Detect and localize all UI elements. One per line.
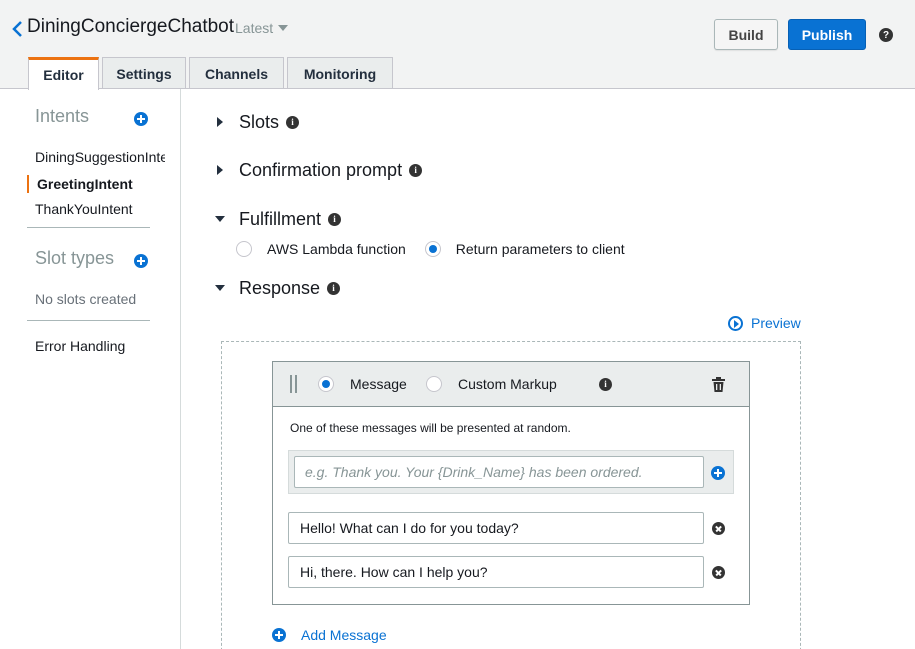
radio-label: Return parameters to client [455, 241, 625, 257]
tab-bar: Editor Settings Channels Monitoring [28, 57, 396, 90]
trash-icon[interactable] [712, 377, 725, 392]
app-header: DiningConciergeChatbot Latest Build Publ… [0, 0, 915, 90]
message-field[interactable]: Hello! What can I do for you today? [288, 512, 704, 544]
sidebar-item-dining-suggestion-intent[interactable]: DiningSuggestionIntent [35, 149, 165, 165]
preview-label: Preview [751, 315, 801, 331]
divider [27, 320, 150, 321]
build-button[interactable]: Build [714, 19, 778, 50]
slots-section-toggle[interactable]: Slots i [214, 110, 300, 134]
info-icon[interactable]: i [327, 281, 341, 295]
return-params-radio[interactable] [424, 241, 441, 257]
info-icon[interactable]: i [409, 163, 423, 177]
message-group-card: Message Custom Markup i One of these mes… [272, 361, 750, 605]
info-icon[interactable]: i [286, 115, 300, 129]
active-indicator [27, 175, 29, 193]
message-group-header: Message Custom Markup i [273, 362, 749, 407]
drag-handle-icon[interactable] [290, 375, 297, 393]
section-title: Response [239, 277, 321, 298]
sidebar: Intents DiningSuggestionIntent GreetingI… [0, 89, 181, 649]
add-icon [272, 628, 286, 642]
sidebar-item-error-handling[interactable]: Error Handling [35, 338, 165, 354]
confirmation-section-toggle[interactable]: Confirmation prompt i [214, 158, 423, 182]
publish-button[interactable]: Publish [788, 19, 866, 50]
tab-editor[interactable]: Editor [28, 57, 99, 90]
collapse-down-icon [215, 285, 225, 291]
message-type-label: Message [350, 376, 407, 392]
bot-title: DiningConciergeChatbot [27, 16, 235, 37]
remove-message-icon[interactable] [712, 566, 725, 579]
fulfillment-options: AWS Lambda function Return parameters to… [236, 241, 625, 257]
tab-monitoring[interactable]: Monitoring [287, 57, 393, 89]
no-slots-text: No slots created [35, 291, 137, 307]
add-message-label: Add Message [301, 627, 387, 643]
section-title: Confirmation prompt [239, 159, 403, 180]
section-title: Slots [239, 111, 280, 132]
help-icon[interactable]: ? [879, 28, 893, 42]
remove-message-icon[interactable] [712, 522, 725, 535]
add-message-button[interactable]: Add Message [272, 627, 387, 643]
section-title: Fulfillment [239, 208, 322, 229]
version-dropdown[interactable]: Latest [235, 20, 289, 36]
add-variation-icon[interactable] [711, 466, 725, 480]
sidebar-item-thank-you-intent[interactable]: ThankYouIntent [35, 201, 165, 217]
collapse-down-icon [215, 216, 225, 222]
preview-link[interactable]: Preview [728, 315, 801, 331]
divider [27, 227, 150, 228]
response-section-toggle[interactable]: Response i [214, 276, 341, 300]
expand-right-icon [217, 117, 223, 127]
play-icon [728, 315, 743, 331]
info-icon[interactable]: i [599, 378, 612, 391]
tab-channels[interactable]: Channels [189, 57, 284, 89]
back-chevron-icon[interactable] [11, 18, 25, 40]
tab-settings[interactable]: Settings [102, 57, 186, 89]
message-field[interactable]: Hi, there. How can I help you? [288, 556, 704, 588]
slot-types-heading: Slot types [35, 248, 115, 268]
sidebar-item-greeting-intent[interactable]: GreetingIntent [37, 176, 167, 192]
add-intent-icon[interactable] [134, 112, 148, 126]
expand-right-icon [217, 165, 223, 175]
info-icon[interactable]: i [328, 212, 342, 226]
custom-markup-label: Custom Markup [458, 376, 557, 392]
new-message-input[interactable] [294, 456, 704, 488]
custom-markup-radio[interactable] [426, 376, 442, 392]
fulfillment-section-toggle[interactable]: Fulfillment i [214, 207, 342, 231]
version-label: Latest [235, 20, 274, 36]
radio-label: AWS Lambda function [267, 241, 406, 257]
random-note: One of these messages will be presented … [290, 421, 571, 435]
add-slot-type-icon[interactable] [134, 254, 148, 268]
caret-down-icon [278, 25, 289, 32]
intents-heading: Intents [35, 106, 90, 126]
lambda-radio[interactable] [236, 241, 252, 257]
message-type-radio[interactable] [318, 376, 334, 392]
